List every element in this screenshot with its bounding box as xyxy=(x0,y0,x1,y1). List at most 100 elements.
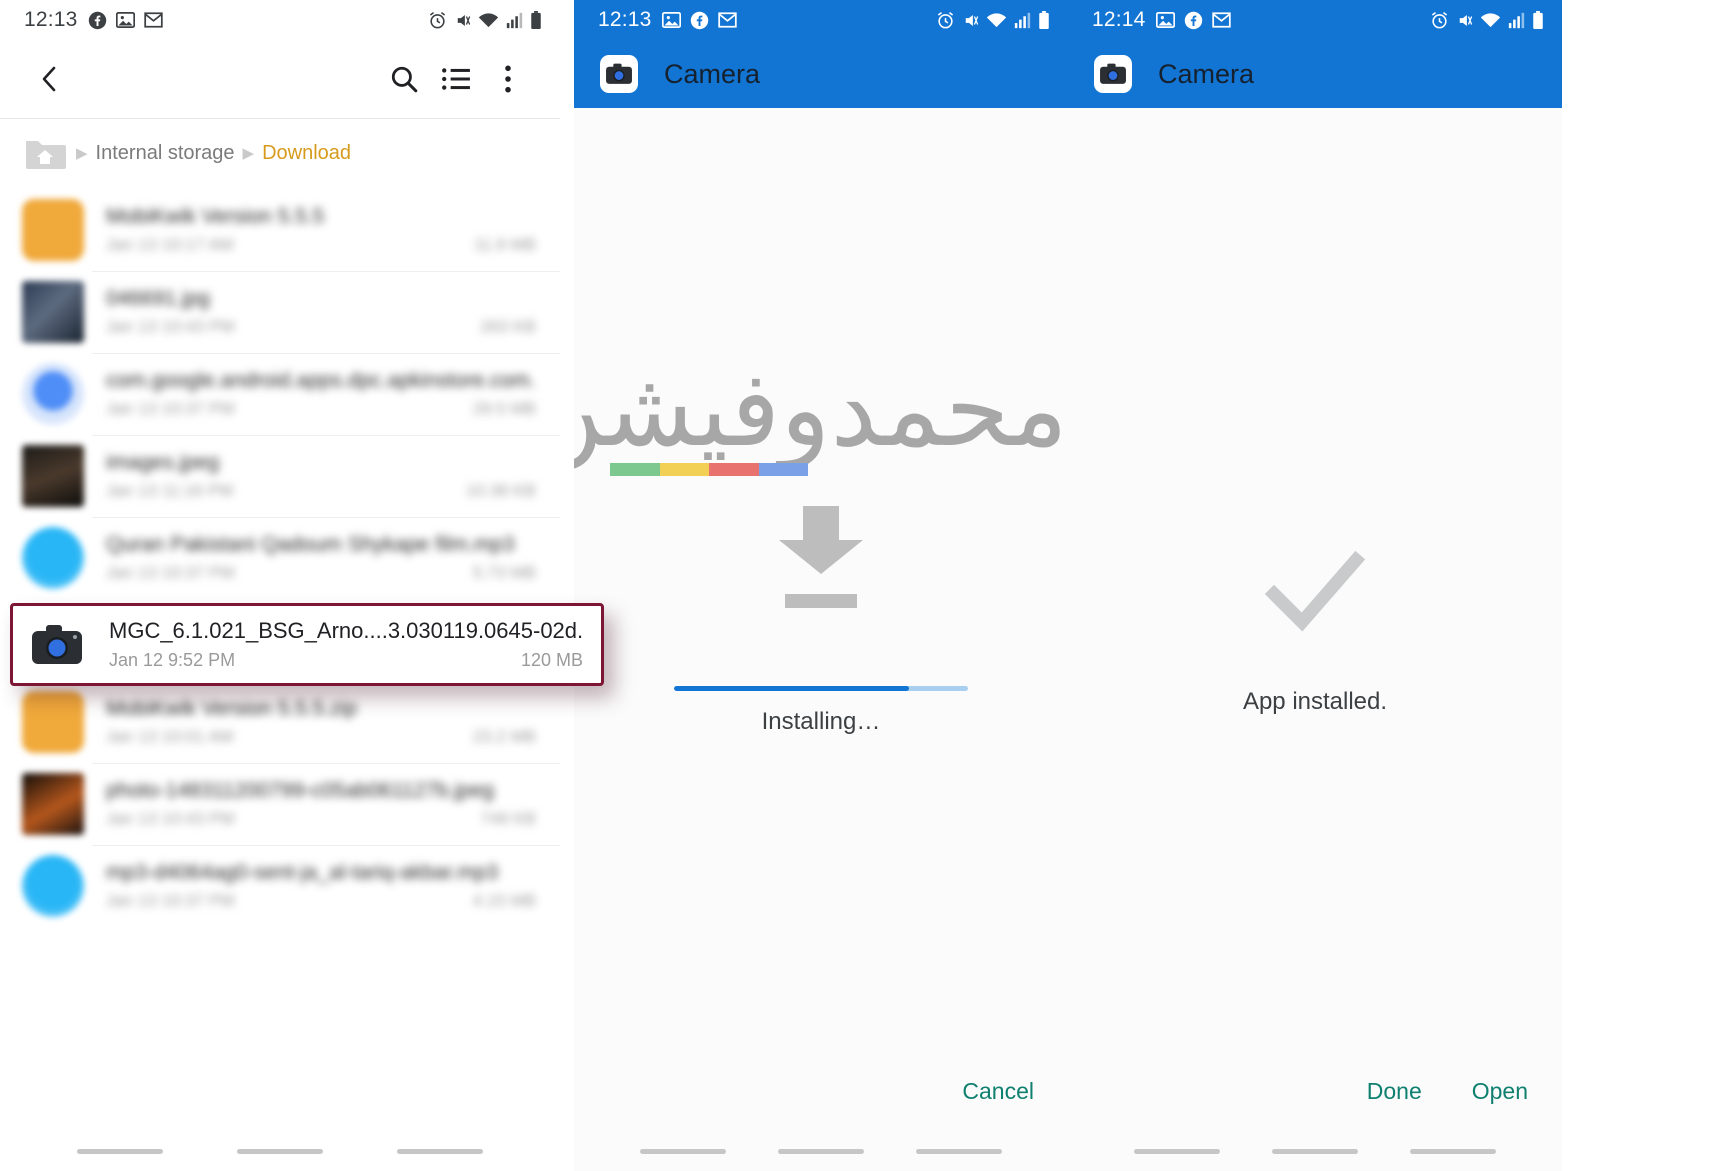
nav-bar-1[interactable] xyxy=(1134,1148,1220,1154)
list-item[interactable]: photo-148311200799-c05ab061127b.jpeg Jan… xyxy=(0,763,560,845)
file-size: 263 KB xyxy=(480,317,536,336)
status-bar: 12:13 xyxy=(0,0,560,40)
status-bar: 12:14 xyxy=(1068,0,1562,40)
mute-icon xyxy=(454,11,471,30)
signal-icon xyxy=(1014,12,1031,29)
folder-icon xyxy=(22,691,84,753)
gesture-nav-bar xyxy=(574,1131,1068,1171)
file-date: Jan 13 10:17 AM xyxy=(106,235,234,254)
selected-apk-date: Jan 12 9:52 PM xyxy=(109,650,236,670)
selected-apk-name: MGC_6.1.021_BSG_Arno....3.030119.0645-02… xyxy=(109,618,583,643)
breadcrumb-item-download[interactable]: Download xyxy=(262,142,351,165)
watermark-colorbar xyxy=(610,463,808,476)
search-icon[interactable] xyxy=(378,53,430,105)
done-button[interactable]: Done xyxy=(1367,1078,1422,1105)
folder-icon xyxy=(22,199,84,261)
facebook-icon xyxy=(690,11,709,30)
nav-bar-3[interactable] xyxy=(397,1148,483,1154)
open-button[interactable]: Open xyxy=(1472,1078,1528,1105)
file-name: mp3-d4064ag0-sent-ja_al-tariq-akbar.mp3 xyxy=(106,861,499,884)
battery-icon xyxy=(1532,10,1544,30)
list-view-icon[interactable] xyxy=(430,53,482,105)
list-item[interactable]: Quran Pakistani Qadoum Shykape film.mp3 … xyxy=(0,517,560,599)
install-progress-fill xyxy=(674,686,910,691)
back-button[interactable] xyxy=(24,53,76,105)
installer-appbar: Camera xyxy=(574,40,1068,108)
facebook-icon xyxy=(88,11,107,30)
download-arrow-icon xyxy=(779,506,863,608)
nav-bar-1[interactable] xyxy=(640,1148,726,1154)
file-manager-appbar xyxy=(0,40,560,118)
breadcrumb-item-internal-storage[interactable]: Internal storage xyxy=(96,142,235,165)
file-name: com.google.android.apps.dpc.apkinstore.c… xyxy=(106,369,536,392)
signal-icon xyxy=(1508,12,1525,29)
installer-action-bar: Done Open xyxy=(1068,1078,1562,1105)
alarm-icon xyxy=(428,11,447,30)
file-name: images.jpeg xyxy=(106,451,220,474)
list-item[interactable]: 046691.jpg Jan 13 10:43 PM 263 KB xyxy=(0,271,560,353)
gmail-icon xyxy=(1211,11,1231,29)
installer-action-bar: Cancel xyxy=(574,1078,1068,1105)
installer-app-title: Camera xyxy=(1158,58,1255,89)
file-date: Jan 13 10:01 AM xyxy=(106,727,234,746)
file-size: 11.9 MB xyxy=(473,235,536,254)
file-size: 23.2 MB xyxy=(472,727,536,746)
list-item[interactable]: com.google.android.apps.dpc.apkinstore.c… xyxy=(0,353,560,435)
nav-bar-3[interactable] xyxy=(916,1148,1002,1154)
file-size: 5.73 MB xyxy=(472,563,536,582)
installing-panel: 12:13 Camera محمدوفيشن Installing… Cance… xyxy=(574,0,1068,1171)
nav-bar-3[interactable] xyxy=(1410,1148,1496,1154)
breadcrumb: ▶ Internal storage ▶ Download xyxy=(0,119,560,189)
photo-thumb xyxy=(22,773,84,835)
file-list: MobiKwik Version 5.5.5 Jan 13 10:17 AM 1… xyxy=(0,189,560,927)
gmail-icon xyxy=(717,11,737,29)
nav-bar-2[interactable] xyxy=(778,1148,864,1154)
gesture-nav-bar xyxy=(1068,1131,1562,1171)
screenshot-stage: 12:13 ▶ Internal storage ▶ Download Mobi… xyxy=(0,0,1728,1171)
selected-apk-row[interactable]: MGC_6.1.021_BSG_Arno....3.030119.0645-02… xyxy=(10,603,604,686)
file-name: 046691.jpg xyxy=(106,287,210,310)
facebook-icon xyxy=(1184,11,1203,30)
gmail-icon xyxy=(143,11,163,29)
watermark-text: محمدوفيشن xyxy=(574,348,1068,476)
install-progress-bar xyxy=(674,686,968,691)
audio-icon xyxy=(22,855,84,917)
install-status-text: App installed. xyxy=(1242,688,1388,715)
installed-panel: 12:14 Camera App installed. Done Open xyxy=(1068,0,1562,1171)
panel-separator-1 xyxy=(560,0,574,1171)
checkmark-icon xyxy=(1260,538,1370,648)
file-date: Jan 13 10:43 PM xyxy=(106,317,235,336)
signal-icon xyxy=(506,12,523,29)
list-item[interactable]: images.jpeg Jan 13 11:16 PM 10.38 KB xyxy=(0,435,560,517)
wifi-icon xyxy=(478,12,499,29)
file-size: 749 KB xyxy=(480,809,536,828)
list-item[interactable]: MobiKwik Version 5.5.5.zip Jan 13 10:01 … xyxy=(0,681,560,763)
installer-body: App installed. Done Open xyxy=(1068,108,1562,1171)
file-date: Jan 13 11:16 PM xyxy=(106,481,234,500)
home-folder-icon[interactable] xyxy=(22,133,68,173)
installer-app-title: Camera xyxy=(664,58,761,89)
file-name: photo-148311200799-c05ab061127b.jpeg xyxy=(106,779,495,802)
photos-icon xyxy=(115,11,135,29)
file-size: 4.15 MB xyxy=(472,891,536,910)
list-item[interactable]: MobiKwik Version 5.5.5 Jan 13 10:17 AM 1… xyxy=(0,189,560,271)
cancel-button[interactable]: Cancel xyxy=(962,1078,1034,1105)
nav-bar-2[interactable] xyxy=(1272,1148,1358,1154)
nav-bar-2[interactable] xyxy=(237,1148,323,1154)
list-item[interactable]: mp3-d4064ag0-sent-ja_al-tariq-akbar.mp3 … xyxy=(0,845,560,927)
mute-icon xyxy=(1456,11,1473,30)
photos-icon xyxy=(661,11,681,29)
camera-app-icon xyxy=(29,617,85,673)
file-size: 10.38 KB xyxy=(466,481,536,500)
more-options-icon[interactable] xyxy=(482,53,534,105)
file-name: MobiKwik Version 5.5.5 xyxy=(106,205,325,228)
status-bar-clock: 12:13 xyxy=(598,8,652,31)
audio-icon xyxy=(22,527,84,589)
wifi-icon xyxy=(986,12,1007,29)
nav-bar-1[interactable] xyxy=(77,1148,163,1154)
file-date: Jan 13 10:37 PM xyxy=(106,399,235,418)
apk-icon xyxy=(22,363,84,425)
selected-apk-size: 120 MB xyxy=(520,650,583,670)
file-date: Jan 13 10:37 PM xyxy=(106,563,235,582)
photos-icon xyxy=(1155,11,1175,29)
